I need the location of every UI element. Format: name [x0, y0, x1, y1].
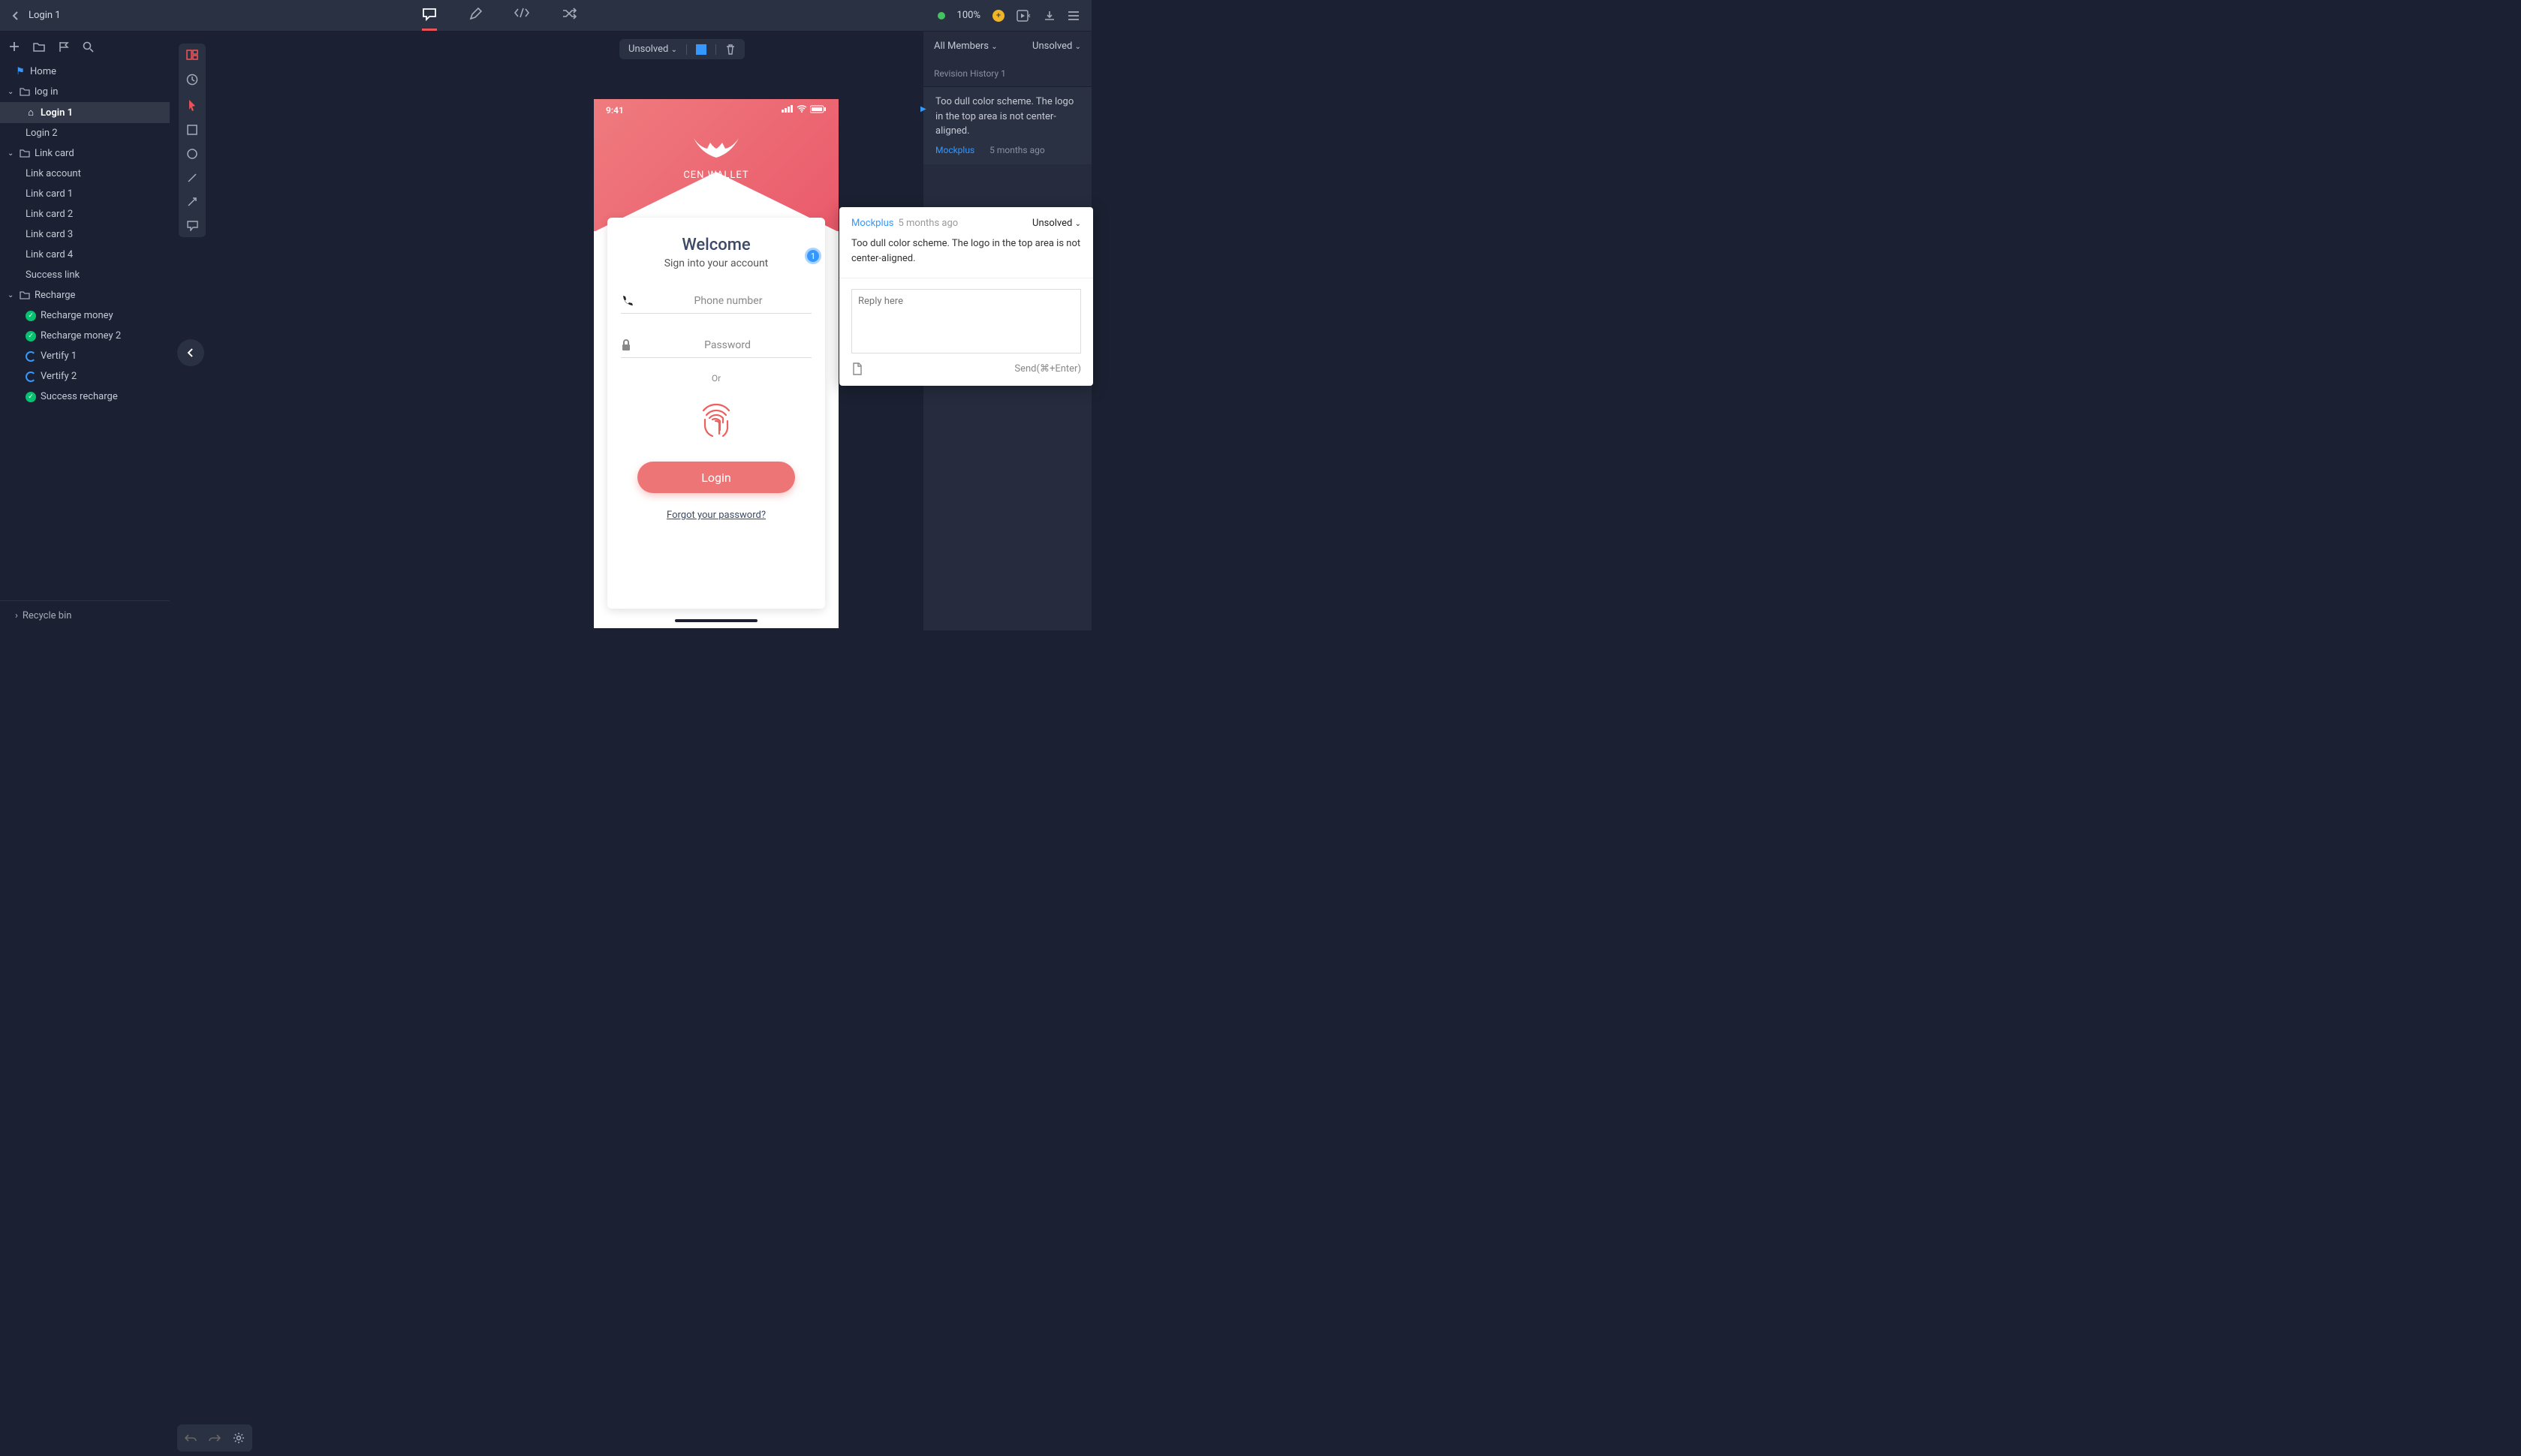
tool-arrow-icon[interactable] [187, 197, 197, 207]
comment-filter-bar: Unsolved ⌄ [619, 39, 745, 59]
revision-item-body: Too dull color scheme. The logo in the t… [935, 95, 1081, 139]
connection-status-icon [938, 12, 945, 20]
tree-folder-linkcard[interactable]: ⌄Link card [0, 143, 170, 164]
tool-rectangle-icon[interactable] [187, 125, 197, 135]
login-button[interactable]: Login [637, 462, 795, 493]
comment-marker-1[interactable]: 1 [805, 248, 821, 264]
tree-link-card-1[interactable]: Link card 1 [0, 184, 170, 204]
forgot-password-link[interactable]: Forgot your password? [667, 510, 766, 521]
undo-button[interactable] [180, 1427, 201, 1448]
tool-pointer-icon[interactable] [188, 99, 197, 111]
or-divider: Or [712, 373, 721, 384]
tab-code[interactable] [514, 0, 530, 31]
comment-body: Too dull color scheme. The logo in the t… [839, 232, 1093, 278]
delete-comment-button[interactable] [725, 44, 736, 55]
tool-layers-icon[interactable] [186, 50, 198, 60]
welcome-heading: Welcome [682, 236, 750, 254]
annotation-toolstrip [179, 44, 206, 237]
panel-status-dropdown[interactable]: Unsolved ⌄ [1032, 41, 1081, 52]
bottom-toolbar [177, 1424, 252, 1451]
folder-button[interactable] [33, 42, 45, 52]
tab-shuffle[interactable] [562, 0, 577, 31]
tree-link-card-2[interactable]: Link card 2 [0, 204, 170, 224]
comment-time: 5 months ago [899, 218, 959, 229]
settings-button[interactable] [228, 1427, 249, 1448]
tree-success-link[interactable]: Success link [0, 265, 170, 285]
tree-vertify-2[interactable]: Vertify 2 [0, 366, 170, 387]
tree-link-card-3[interactable]: Link card 3 [0, 224, 170, 245]
recycle-bin[interactable]: ›Recycle bin [0, 600, 170, 630]
phone-icon [621, 295, 633, 307]
download-button[interactable] [1044, 10, 1056, 22]
tab-comments[interactable] [422, 0, 437, 31]
home-indicator [675, 619, 758, 622]
tree-folder-recharge[interactable]: ⌄Recharge [0, 285, 170, 305]
welcome-subtitle: Sign into your account [664, 257, 769, 269]
tree-folder-login[interactable]: ⌄log in [0, 82, 170, 102]
attachment-button[interactable] [851, 362, 863, 375]
tree-vertify-1[interactable]: Vertify 1 [0, 346, 170, 366]
page-title: Login 1 [29, 10, 61, 21]
status-icons [782, 105, 827, 116]
tool-line-icon[interactable] [187, 173, 197, 183]
tree-link-card-4[interactable]: Link card 4 [0, 245, 170, 265]
password-field[interactable]: Password [621, 333, 812, 358]
comment-status-dropdown[interactable]: Unsolved ⌄ [1032, 218, 1081, 229]
members-filter-dropdown[interactable]: All Members ⌄ [934, 41, 998, 52]
redo-button[interactable] [204, 1427, 225, 1448]
play-button[interactable] [1017, 10, 1032, 22]
sidebar: ⚑Home ⌄log in ⌂Login 1 Login 2 ⌄Link car… [0, 32, 170, 630]
phone-number-field[interactable]: Phone number [621, 289, 812, 314]
tool-circle-icon[interactable] [187, 149, 197, 159]
tree-link-account[interactable]: Link account [0, 164, 170, 184]
tool-comment-icon[interactable] [187, 221, 198, 231]
phone-mockup: 9:41 CEN WALLET Welcome Sign [594, 99, 839, 628]
tab-edit[interactable] [468, 0, 482, 31]
revision-item-time: 5 months ago [989, 143, 1045, 157]
status-time: 9:41 [606, 105, 624, 116]
comment-popup: Mockplus 5 months ago Unsolved ⌄ Too dull… [839, 207, 1093, 386]
tree-login-2[interactable]: Login 2 [0, 123, 170, 143]
lock-icon [621, 339, 631, 351]
tree-home[interactable]: ⚑Home [0, 62, 170, 82]
revision-item-author: Mockplus [935, 143, 974, 157]
zoom-level[interactable]: 100% [957, 10, 980, 21]
search-button[interactable] [83, 41, 94, 53]
menu-button[interactable] [1068, 11, 1080, 21]
add-page-button[interactable] [9, 41, 20, 52]
tree-success-recharge[interactable]: ✓Success recharge [0, 387, 170, 407]
comment-author[interactable]: Mockplus [851, 218, 894, 229]
fingerprint-icon[interactable] [694, 396, 738, 439]
revision-history-heading: Revision History 1 [923, 61, 1092, 87]
active-indicator-icon: ▶ [920, 104, 926, 115]
revision-item[interactable]: ▶ Too dull color scheme. The logo in the… [923, 87, 1092, 164]
flag-button[interactable] [59, 41, 69, 53]
tool-history-icon[interactable] [186, 74, 198, 86]
color-filter-icon[interactable] [696, 44, 706, 55]
tree-recharge-money-2[interactable]: ✓Recharge money 2 [0, 326, 170, 346]
send-label[interactable]: Send(⌘+Enter) [1014, 363, 1081, 375]
canvas[interactable]: Unsolved ⌄ 9:41 [170, 32, 923, 630]
tree-login-1[interactable]: ⌂Login 1 [0, 102, 170, 123]
status-filter-dropdown[interactable]: Unsolved ⌄ [628, 44, 677, 55]
add-badge-icon[interactable]: + [992, 10, 1004, 22]
topbar: Login 1 100% + [0, 0, 1092, 32]
collapse-sidebar-button[interactable] [177, 339, 204, 366]
back-button[interactable] [12, 11, 20, 21]
reply-input[interactable] [851, 289, 1081, 353]
tree-recharge-money[interactable]: ✓Recharge money [0, 305, 170, 326]
brand-logo-icon [686, 132, 746, 165]
